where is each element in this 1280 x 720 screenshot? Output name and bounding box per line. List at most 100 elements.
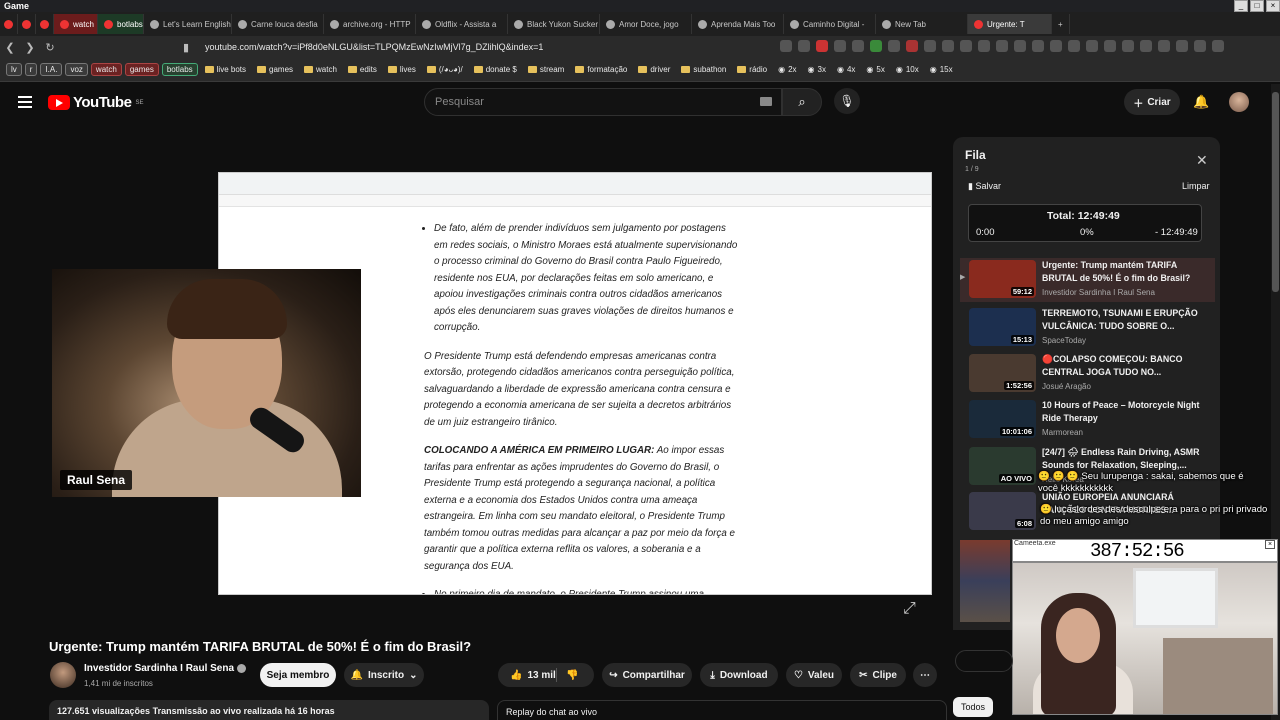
keyboard-icon[interactable] (760, 97, 772, 106)
bookmark-23[interactable]: ◉ 5x (862, 64, 888, 75)
extension-icon[interactable] (906, 40, 918, 52)
extension-icon[interactable] (1122, 40, 1134, 52)
tab-8[interactable]: archive.org - HTTP (324, 14, 416, 34)
chat-filter-chip[interactable] (955, 650, 1013, 672)
tab-15[interactable]: Urgente: T (968, 14, 1052, 34)
share-button[interactable]: ↪ Compartilhar (602, 663, 692, 687)
extension-icon[interactable] (1050, 40, 1062, 52)
clear-queue-button[interactable]: Limpar (1182, 181, 1210, 191)
back-icon[interactable]: ❮ (0, 41, 20, 54)
search-button[interactable]: ⌕ (782, 88, 822, 116)
bookmark-25[interactable]: ◉ 15x (926, 64, 957, 75)
more-actions-button[interactable]: ⋯ (913, 663, 937, 687)
subscribed-button[interactable]: 🔔 Inscrito ⌄ (344, 663, 424, 687)
close-window-button[interactable]: × (1266, 0, 1280, 12)
bookmark-19[interactable]: rádio (733, 64, 771, 75)
extension-icon[interactable] (780, 40, 792, 52)
menu-icon[interactable] (18, 96, 32, 108)
extension-icon[interactable] (1140, 40, 1152, 52)
like-count[interactable]: 13 mil (527, 670, 555, 681)
tab-3[interactable] (36, 14, 54, 34)
tab-14[interactable]: New Tab (876, 14, 968, 34)
forward-icon[interactable]: ❯ (20, 41, 40, 54)
close-icon[interactable]: ✕ (1196, 152, 1208, 169)
bookmark-9[interactable]: games (253, 64, 297, 75)
tab-5[interactable]: botlabs (98, 14, 144, 34)
extension-icon[interactable] (798, 40, 810, 52)
join-button[interactable]: Seja membro (260, 663, 336, 687)
account-avatar[interactable] (1229, 92, 1249, 112)
queue-item[interactable]: 15:13 TERREMOTO, TSUNAMI E ERUPÇÃO VULCÂN… (960, 306, 1215, 350)
extension-icon[interactable] (942, 40, 954, 52)
chat-replay-header[interactable]: Replay do chat ao vivo (497, 700, 947, 720)
bookmark-10[interactable]: watch (300, 64, 341, 75)
extension-icon[interactable] (996, 40, 1008, 52)
tab-10[interactable]: Black Yukon Sucker (508, 14, 600, 34)
tab-12[interactable]: Aprenda Mais Too (692, 14, 784, 34)
bookmark-18[interactable]: subathon (677, 64, 730, 75)
thanks-button[interactable]: ♡ Valeu (786, 663, 842, 687)
extension-icon[interactable] (924, 40, 936, 52)
download-button[interactable]: ⤓ Download (700, 663, 778, 687)
bookmark-16[interactable]: formatação (571, 64, 631, 75)
extension-icon[interactable] (852, 40, 864, 52)
extension-icon[interactable] (1068, 40, 1080, 52)
miniplayer-icon[interactable]: ⤢ (903, 600, 927, 620)
search-input[interactable]: Pesquisar (424, 88, 782, 116)
filter-all-chip[interactable]: Todos (953, 697, 993, 717)
bookmark-1[interactable]: lv (6, 63, 22, 76)
extension-icon[interactable] (816, 40, 828, 52)
notifications-bell-icon[interactable]: 🔔 (1193, 94, 1209, 110)
bookmark-2[interactable]: r (24, 63, 38, 76)
queue-item[interactable]: 1:52:56 🔴COLAPSO COMEÇOU: BANCO CENTRAL J… (960, 352, 1215, 396)
bookmark-13[interactable]: (/◕ᴗ◕)/ (423, 64, 467, 75)
tab-11[interactable]: Amor Doce, jogo (600, 14, 692, 34)
bookmark-15[interactable]: stream (524, 64, 568, 75)
bookmark-17[interactable]: driver (634, 64, 674, 75)
extension-icon[interactable] (1158, 40, 1170, 52)
tab-6[interactable]: Let's Learn English (144, 14, 232, 34)
bookmark-22[interactable]: ◉ 4x (833, 64, 859, 75)
extension-icon[interactable] (960, 40, 972, 52)
tab-7[interactable]: Carne louca desfia (232, 14, 324, 34)
tab-2[interactable] (18, 14, 36, 34)
extension-icon[interactable] (1014, 40, 1026, 52)
tab-13[interactable]: Caminho Digital - (784, 14, 876, 34)
bookmark-7[interactable]: botlabs (161, 63, 198, 76)
minimize-button[interactable]: _ (1234, 0, 1248, 12)
extension-icon[interactable] (834, 40, 846, 52)
dislike-icon[interactable]: 👎 (566, 670, 578, 681)
extension-icon[interactable] (1086, 40, 1098, 52)
bookmark-5[interactable]: watch (90, 63, 122, 76)
queue-item[interactable]: ▶ 59:12 Urgente: Trump mantém TARIFA BRUTA… (960, 258, 1215, 302)
extension-icon[interactable] (978, 40, 990, 52)
queue-item[interactable]: 10:01:06 10 Hours of Peace – Motorcycle N… (960, 398, 1215, 442)
bookmark-6[interactable]: games (124, 63, 159, 76)
extension-icon[interactable] (1194, 40, 1206, 52)
save-queue-button[interactable]: ▮ Salvar (968, 181, 1001, 192)
bookmark-12[interactable]: lives (384, 64, 420, 75)
bookmark-14[interactable]: donate $ (470, 64, 521, 75)
bookmark-11[interactable]: edits (344, 64, 381, 75)
reload-icon[interactable]: ↻ (40, 41, 60, 54)
bookmark-21[interactable]: ◉ 3x (804, 64, 830, 75)
new-tab-button[interactable]: + (1052, 14, 1070, 34)
voice-search-button[interactable]: 🎙 (834, 88, 860, 114)
clip-button[interactable]: ✂ Clipe (850, 663, 906, 687)
bookmark-3[interactable]: I.A. (40, 63, 63, 76)
close-icon[interactable]: × (1265, 540, 1275, 549)
extension-icon[interactable] (1176, 40, 1188, 52)
extension-icon[interactable] (1032, 40, 1044, 52)
tab-4[interactable]: watch (54, 14, 98, 34)
bookmark-24[interactable]: ◉ 10x (892, 64, 923, 75)
create-button[interactable]: ＋ Criar (1124, 89, 1180, 115)
extension-icon[interactable] (888, 40, 900, 52)
url-field[interactable]: youtube.com/watch?v=iPf8d0eNLGU&list=TLP… (205, 39, 625, 55)
bookmark-8[interactable]: live bots (201, 64, 250, 75)
tab-9[interactable]: Oldflix - Assista a (416, 14, 508, 34)
description-box[interactable]: 127.651 visualizações Transmissão ao viv… (49, 700, 489, 720)
like-icon[interactable]: 👍 (510, 670, 522, 681)
tab-1[interactable] (0, 14, 18, 34)
bookmark-4[interactable]: voz (65, 63, 88, 76)
extension-icon[interactable] (1212, 40, 1224, 52)
